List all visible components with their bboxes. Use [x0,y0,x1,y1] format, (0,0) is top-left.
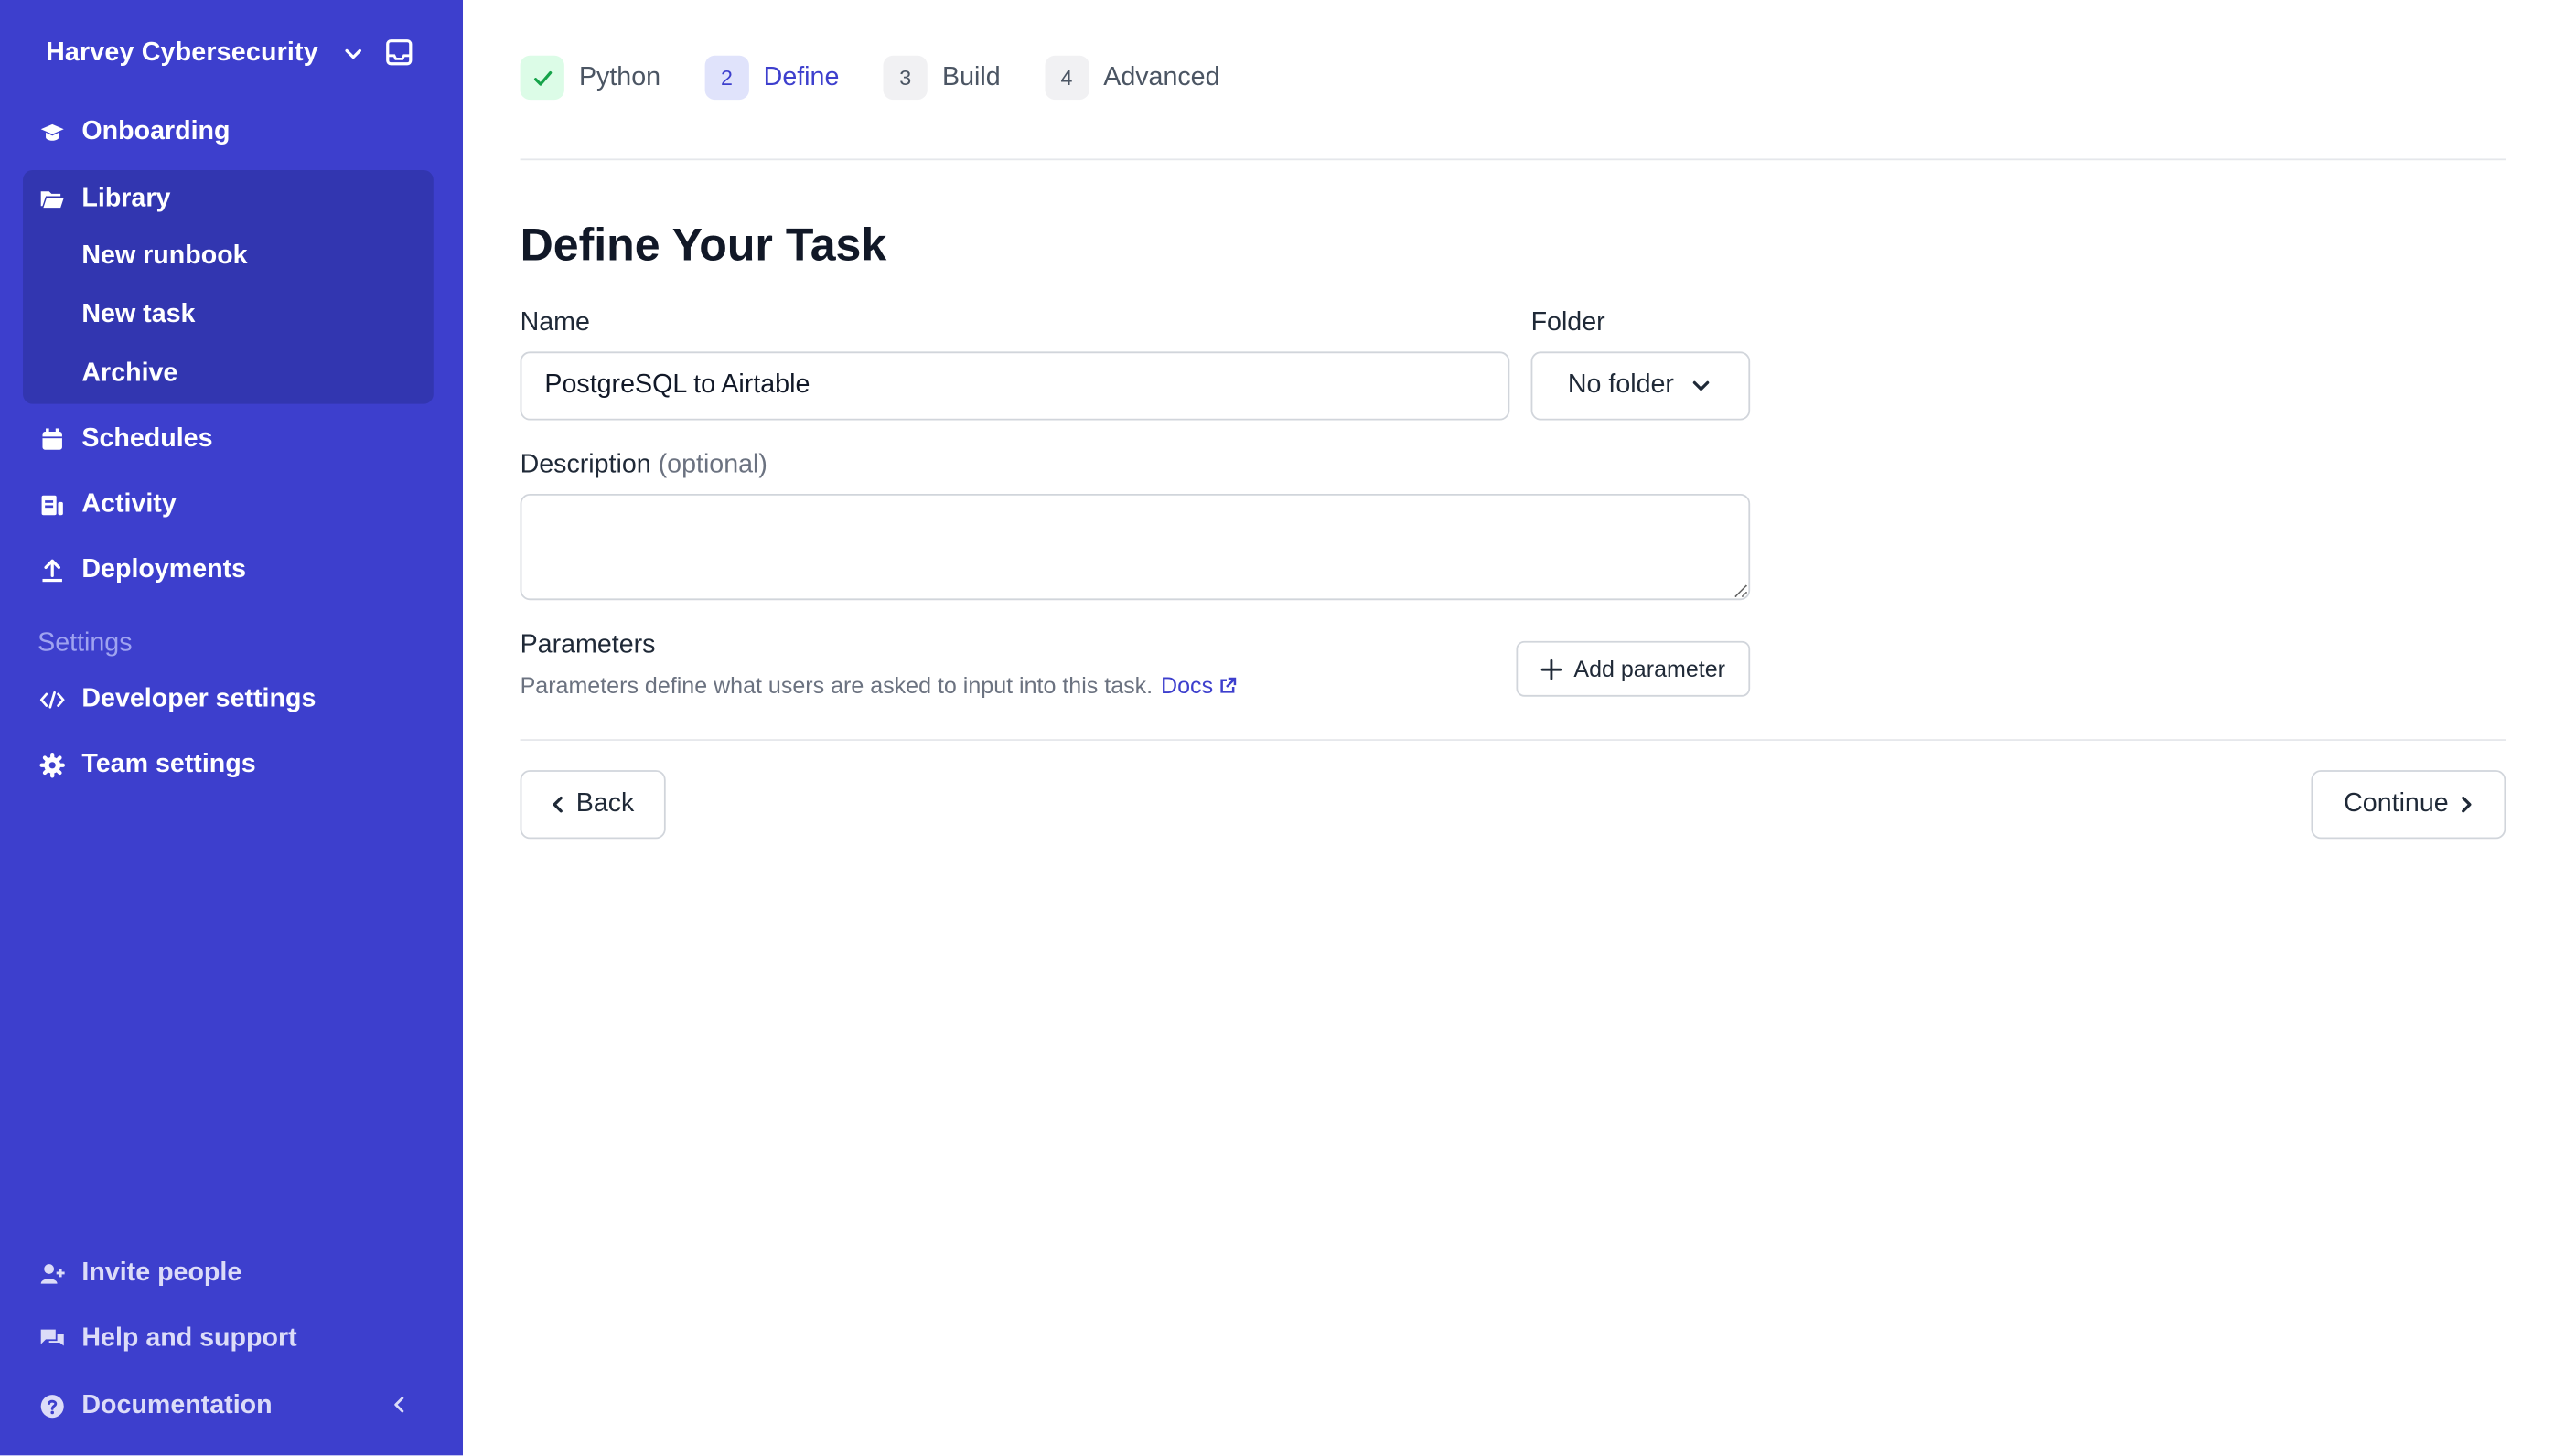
chevron-left-icon [552,795,564,814]
workspace-switcher[interactable]: Harvey Cybersecurity [46,33,413,75]
sidebar-item-label: Deployments [81,555,247,584]
form-divider [520,739,2506,741]
sidebar-item-developer-settings[interactable]: Developer settings [23,670,434,729]
sidebar-item-label: Team settings [81,750,256,779]
chat-bubbles-icon [39,1326,66,1353]
collapse-sidebar-icon[interactable] [391,1393,407,1416]
name-label: Name [520,308,590,337]
stepper: Python 2 Define 3 Build 4 Advanced [520,55,1264,101]
stepper-divider [520,158,2506,161]
external-link-icon [1218,676,1236,694]
continue-button[interactable]: Continue [2311,770,2506,840]
parameters-description: Parameters define what users are asked t… [520,671,1237,699]
upload-icon [39,558,66,584]
activity-log-icon [39,492,66,519]
chevron-right-icon [2460,795,2473,814]
sidebar-item-documentation[interactable]: Documentation [23,1376,434,1435]
folder-label: Folder [1530,308,1605,337]
step-python[interactable]: Python [520,55,661,101]
user-plus-icon [39,1261,66,1288]
sidebar-subitem-archive[interactable]: Archive [81,359,177,389]
sidebar-item-library[interactable]: Library [23,170,434,229]
back-button[interactable]: Back [520,770,666,840]
step-number: 4 [1044,55,1089,101]
sidebar-item-label: Help and support [81,1324,297,1353]
parameters-title: Parameters [520,631,656,659]
sidebar-item-label: Schedules [81,424,213,454]
sidebar-item-label: Invite people [81,1258,242,1288]
chevron-down-icon [1690,374,1713,397]
gear-icon [39,752,66,778]
folder-select-value: No folder [1567,370,1674,400]
sidebar-item-schedules[interactable]: Schedules [23,411,434,469]
code-icon [39,687,66,713]
continue-label: Continue [2344,789,2449,818]
sidebar-item-onboarding[interactable]: Onboarding [23,103,434,162]
add-parameter-label: Add parameter [1573,655,1725,682]
add-parameter-button[interactable]: Add parameter [1516,640,1751,697]
name-input[interactable] [520,351,1510,421]
sidebar-item-activity[interactable]: Activity [23,476,434,534]
sidebar-item-deployments[interactable]: Deployments [23,541,434,600]
docs-link-label: Docs [1161,671,1214,699]
page-title: Define Your Task [520,219,887,271]
chevron-down-icon [341,42,364,65]
settings-section-label: Settings [38,629,133,658]
folder-select[interactable]: No folder [1530,351,1751,421]
sidebar-item-label: Developer settings [81,685,317,713]
inbox-icon[interactable] [384,37,413,67]
step-label: Build [941,62,1001,91]
sidebar-item-label: Onboarding [81,117,231,146]
step-label: Advanced [1103,62,1220,91]
back-label: Back [575,789,635,818]
step-label: Define [763,62,840,91]
check-icon [520,55,564,101]
description-textarea[interactable] [520,493,1751,601]
calendar-icon [39,427,66,454]
sidebar-item-label: Library [81,185,171,213]
sidebar-item-label: Activity [81,490,177,519]
step-label: Python [578,62,661,91]
question-circle-icon [39,1393,66,1419]
sidebar-subitem-new-runbook[interactable]: New runbook [81,242,247,272]
sidebar: Harvey Cybersecurity Onboarding Library … [0,0,464,1456]
plus-icon [1540,658,1562,680]
description-label-text: Description [520,451,651,479]
graduation-cap-icon [39,120,66,146]
sidebar-item-label: Documentation [81,1391,273,1419]
step-build[interactable]: 3 Build [883,55,1001,101]
workspace-name: Harvey Cybersecurity [46,38,318,68]
docs-link[interactable]: Docs [1161,671,1236,699]
optional-hint: (optional) [658,451,767,479]
step-number: 3 [883,55,928,101]
step-advanced[interactable]: 4 Advanced [1044,55,1220,101]
sidebar-subitem-new-task[interactable]: New task [81,301,195,330]
step-number: 2 [704,55,749,101]
sidebar-item-help-support[interactable]: Help and support [23,1310,434,1368]
folder-open-icon [39,187,66,213]
parameters-description-text: Parameters define what users are asked t… [520,671,1154,699]
step-define[interactable]: 2 Define [704,55,840,101]
sidebar-item-invite-people[interactable]: Invite people [23,1245,434,1303]
sidebar-item-team-settings[interactable]: Team settings [23,736,434,795]
description-label: Description (optional) [521,451,767,480]
